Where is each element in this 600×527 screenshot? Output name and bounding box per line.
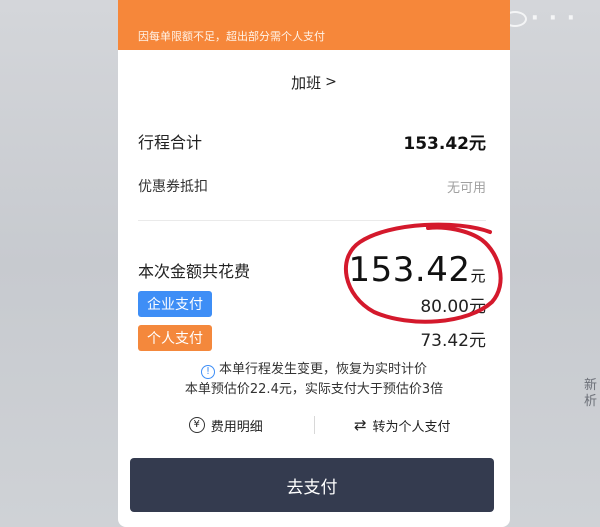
switch-to-personal-link[interactable]: ⇄ 转为个人支付 bbox=[315, 416, 491, 435]
total-cost-value: 153.42 bbox=[348, 250, 471, 290]
coupon-row[interactable]: 优惠券抵扣 无可用 bbox=[138, 174, 486, 198]
info-circle-icon: ! bbox=[200, 365, 215, 379]
total-cost-label: 本次金额共花费 bbox=[138, 262, 251, 281]
price-change-info: ! 本单行程发生变更，恢复为实时计价 本单预估价22.4元，实际支付大于预估价3倍 bbox=[118, 360, 510, 400]
divider bbox=[138, 220, 486, 221]
coupon-value: 无可用 bbox=[446, 180, 486, 196]
action-bar: ¥ 费用明细 ⇄ 转为个人支付 bbox=[138, 412, 490, 438]
enterprise-pay-row: 企业支付 80.00元 bbox=[138, 291, 486, 317]
total-cost-amount: 153.42元 bbox=[349, 250, 486, 290]
switch-to-personal-label: 转为个人支付 bbox=[372, 419, 451, 435]
total-cost-unit: 元 bbox=[470, 267, 486, 285]
trip-total-label: 行程合计 bbox=[138, 133, 203, 152]
trip-total-row: 行程合计 153.42元 bbox=[138, 126, 486, 156]
info-line-2: 本单预估价22.4元，实际支付大于预估价3倍 bbox=[184, 382, 444, 397]
payment-card: 因每单限额不足，超出部分需个人支付 加班 > 行程合计 153.42元 优惠券抵… bbox=[118, 0, 510, 527]
map-edge-text: 新析 bbox=[584, 378, 598, 409]
limit-notice-text: 因每单限额不足，超出部分需个人支付 bbox=[138, 30, 325, 43]
overtime-selector[interactable]: 加班 > bbox=[118, 50, 510, 114]
enterprise-pay-badge: 企业支付 bbox=[138, 291, 212, 317]
total-cost-row: 本次金额共花费 153.42元 bbox=[138, 248, 486, 292]
overtime-label: 加班 bbox=[291, 73, 322, 92]
personal-pay-badge: 个人支付 bbox=[138, 325, 212, 351]
watermark-logo: · · · bbox=[502, 6, 576, 31]
yen-coin-icon: ¥ bbox=[188, 417, 205, 433]
coupon-label: 优惠券抵扣 bbox=[138, 179, 208, 195]
enterprise-pay-amount: 80.00元 bbox=[420, 296, 486, 317]
chevron-right-icon: > bbox=[325, 74, 337, 90]
fee-detail-label: 费用明细 bbox=[210, 419, 263, 435]
info-line-1: 本单行程发生变更，恢复为实时计价 bbox=[218, 362, 427, 377]
fee-detail-link[interactable]: ¥ 费用明细 bbox=[138, 416, 314, 435]
personal-pay-row: 个人支付 73.42元 bbox=[138, 325, 486, 351]
limit-notice-banner: 因每单限额不足，超出部分需个人支付 bbox=[118, 0, 510, 50]
info-line-1-row: ! 本单行程发生变更，恢复为实时计价 bbox=[118, 360, 510, 380]
swap-arrows-icon: ⇄ bbox=[353, 416, 367, 434]
personal-pay-amount: 73.42元 bbox=[420, 330, 486, 351]
trip-total-amount: 153.42元 bbox=[403, 133, 486, 154]
pay-button[interactable]: 去支付 bbox=[130, 458, 494, 512]
